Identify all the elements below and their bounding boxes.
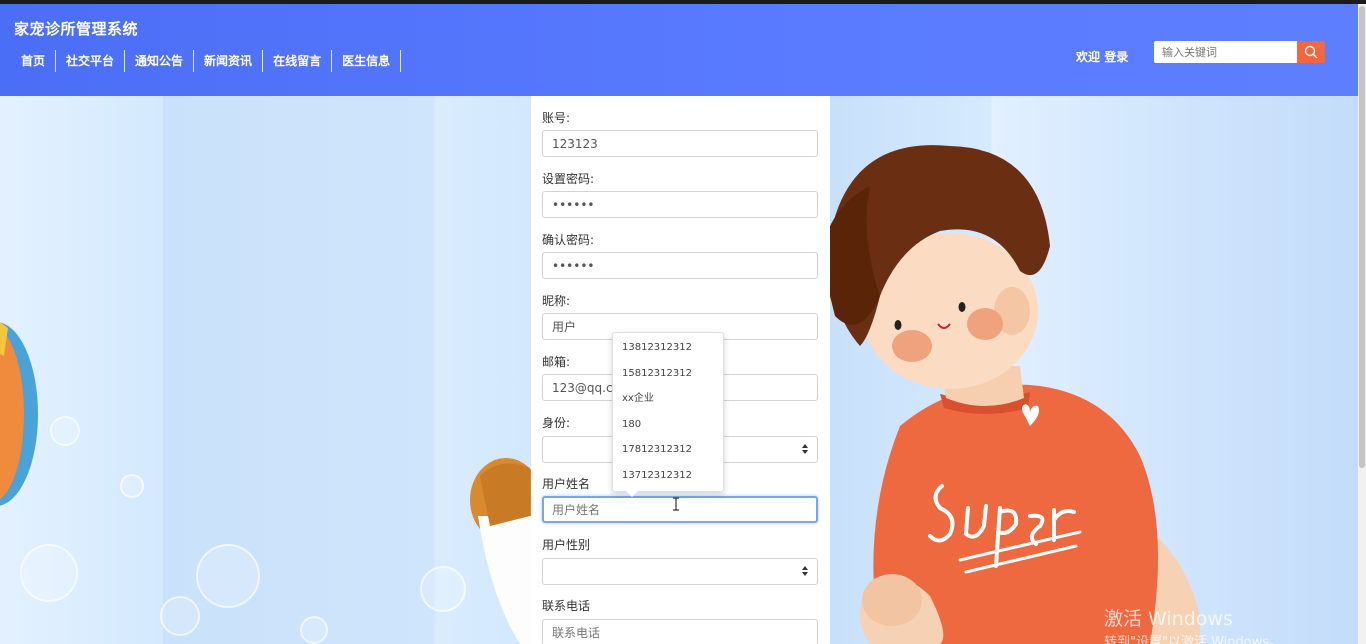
- autocomplete-item[interactable]: 13712312312: [613, 463, 723, 489]
- activation-watermark: 激活 Windows: [1104, 608, 1233, 630]
- welcome-text: 欢迎: [1076, 50, 1101, 64]
- search-icon: [1304, 45, 1318, 59]
- confirm-password-input[interactable]: [542, 252, 818, 279]
- autocomplete-pointer: [626, 491, 638, 497]
- nav-messages[interactable]: 在线留言: [263, 50, 333, 72]
- realname-input[interactable]: [542, 496, 818, 523]
- phone-input[interactable]: [542, 619, 818, 644]
- nav-notices[interactable]: 通知公告: [125, 50, 195, 72]
- identity-label: 身份:: [542, 416, 571, 430]
- account-input[interactable]: [542, 130, 818, 157]
- search-button[interactable]: [1297, 41, 1325, 63]
- autocomplete-item[interactable]: 180: [613, 412, 723, 438]
- select-caret-icon: [802, 444, 808, 456]
- nav-doctors[interactable]: 医生信息: [332, 50, 402, 72]
- password-input[interactable]: [542, 191, 818, 218]
- boy-figure: [820, 145, 1200, 644]
- nav-social[interactable]: 社交平台: [56, 50, 126, 72]
- gender-select[interactable]: [542, 558, 818, 585]
- search-input[interactable]: [1154, 41, 1298, 63]
- main-nav: 首页 社交平台 通知公告 新闻资讯 在线留言 医生信息: [11, 50, 402, 72]
- login-link[interactable]: 登录: [1104, 50, 1128, 64]
- nickname-label: 昵称:: [542, 294, 571, 308]
- nav-home[interactable]: 首页: [11, 50, 57, 72]
- autocomplete-item[interactable]: xx企业: [613, 386, 723, 412]
- phone-label: 联系电话: [542, 599, 591, 613]
- left-orange-object: [0, 322, 38, 506]
- account-label: 账号:: [542, 111, 571, 125]
- confirm-password-label: 确认密码:: [542, 233, 595, 247]
- autocomplete-item[interactable]: 17812312312: [613, 437, 723, 463]
- email-label: 邮箱:: [542, 355, 571, 369]
- text-cursor-icon: [673, 497, 679, 511]
- welcome-area: 欢迎 登录: [1076, 48, 1128, 65]
- autocomplete-item[interactable]: 13812312312: [613, 335, 723, 361]
- password-label: 设置密码:: [542, 172, 595, 186]
- scrollbar-thumb[interactable]: [1359, 6, 1365, 468]
- autocomplete-dropdown: 13812312312 15812312312 xx企业 180 1781231…: [612, 332, 724, 492]
- page-scrollbar[interactable]: [1358, 4, 1366, 644]
- select-caret-icon: [802, 566, 808, 578]
- site-title: 家宠诊所管理系统: [14, 20, 139, 38]
- activation-watermark-sub: 转到"设置"以激活 Windows。: [1104, 635, 1283, 644]
- nav-news[interactable]: 新闻资讯: [194, 50, 264, 72]
- gender-label: 用户性别: [542, 538, 591, 552]
- autocomplete-item[interactable]: 15812312312: [613, 361, 723, 387]
- realname-label: 用户姓名: [542, 477, 591, 491]
